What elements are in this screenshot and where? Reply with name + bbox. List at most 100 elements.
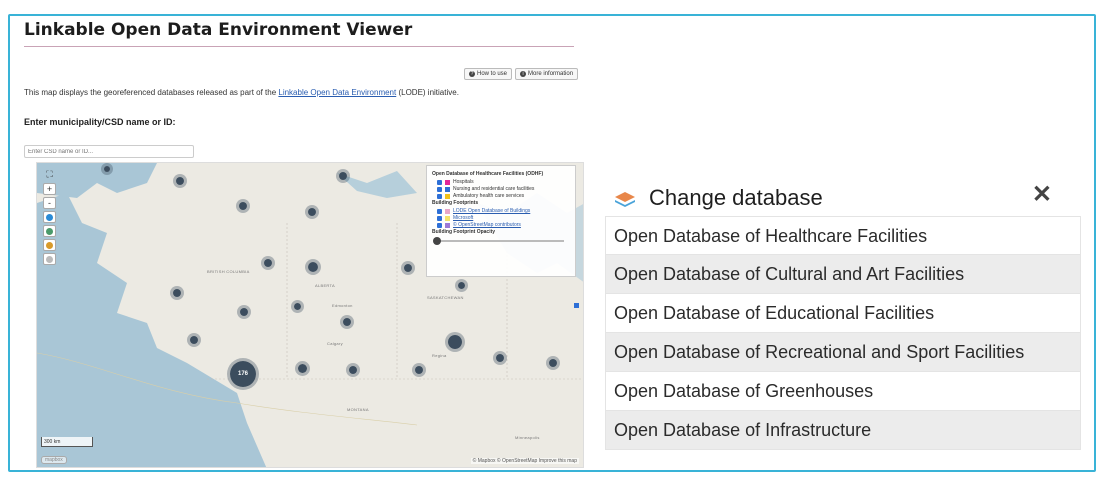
cluster-marker[interactable] (455, 279, 468, 292)
cluster-marker[interactable] (187, 333, 201, 347)
place-label: Regina (432, 353, 447, 358)
database-option[interactable]: Open Database of Healthcare Facilities (605, 216, 1081, 255)
legend-item[interactable]: Ambulatory health care services (437, 193, 570, 199)
checkbox[interactable] (437, 179, 442, 185)
cluster-marker[interactable] (291, 300, 304, 313)
legend-item[interactable]: Nursing and residential care facilities (437, 186, 570, 192)
cluster-count: 176 (237, 371, 248, 377)
database-option[interactable]: Open Database of Greenhouses (605, 372, 1081, 411)
cluster-marker[interactable]: 176 (227, 358, 259, 390)
database-option[interactable]: Open Database of Infrastructure (605, 411, 1081, 450)
description: This map displays the georeferenced data… (24, 87, 574, 99)
pin-icon (46, 242, 53, 249)
marker-button[interactable] (43, 239, 56, 251)
database-option[interactable]: Open Database of Educational Facilities (605, 294, 1081, 333)
mapbox-logo[interactable]: mapbox (41, 456, 67, 464)
opacity-slider[interactable] (433, 237, 564, 245)
legend-swatch (445, 222, 450, 228)
cluster-marker[interactable] (493, 351, 507, 365)
map-attribution[interactable]: © Mapbox © OpenStreetMap Improve this ma… (470, 458, 579, 464)
legend-link[interactable]: Microsoft (453, 215, 473, 221)
cluster-marker[interactable] (236, 199, 250, 213)
opacity-label: Building Footprint Opacity (432, 229, 496, 235)
locate-button[interactable] (43, 211, 56, 223)
checkbox[interactable] (437, 215, 442, 221)
place-label: MONTANA (347, 407, 369, 412)
map-legend: Open Database of Healthcare Facilities (… (426, 165, 576, 277)
legend-swatch (445, 179, 450, 185)
gear-icon (46, 256, 53, 263)
lode-link[interactable]: Linkable Open Data Environment (278, 88, 396, 97)
search-label: Enter municipality/CSD name or ID: (24, 117, 176, 127)
place-label: SASKATCHEWAN (427, 295, 464, 300)
legend-swatch (445, 208, 450, 214)
cluster-marker[interactable] (173, 174, 187, 188)
how-to-use-button[interactable]: ? How to use (464, 68, 513, 80)
cluster-marker[interactable] (101, 163, 113, 175)
description-prefix: This map displays the georeferenced data… (24, 88, 279, 97)
legend-swatch (445, 186, 450, 192)
info-icon: ? (469, 71, 475, 77)
cluster-marker[interactable] (401, 261, 415, 275)
zoom-out-button[interactable]: - (43, 197, 56, 209)
cluster-marker[interactable] (346, 363, 360, 377)
checkbox[interactable] (437, 186, 442, 192)
legend-section-title: Open Database of Healthcare Facilities (… (432, 171, 544, 177)
cluster-marker[interactable] (237, 305, 251, 319)
legend-item[interactable]: Hospitals (437, 179, 570, 185)
globe-icon (46, 214, 53, 221)
more-information-label: More information (528, 71, 574, 77)
legend-item[interactable]: LODE Open Database of Buildings (437, 208, 570, 214)
place-label: Edmonton (332, 303, 353, 308)
more-information-button[interactable]: i More information (515, 68, 579, 80)
place-label: Minneapolis (515, 435, 540, 440)
checkbox[interactable] (437, 193, 442, 199)
cluster-marker[interactable] (295, 361, 310, 376)
cluster-marker[interactable] (261, 256, 275, 270)
map-view[interactable]: BRITISH COLUMBIA ALBERTA SASKATCHEWAN Ed… (36, 162, 584, 468)
place-label: Calgary (327, 341, 343, 346)
map-controls: ⛶ + - (43, 169, 56, 265)
legend-section-title: Building Footprints (432, 200, 479, 206)
legend-swatch (445, 193, 450, 199)
legend-item[interactable]: Microsoft (437, 215, 570, 221)
layers-button[interactable] (43, 225, 56, 237)
place-label: ALBERTA (315, 283, 335, 288)
legend-label: Ambulatory health care services (453, 193, 525, 199)
help-buttons: ? How to use i More information (464, 68, 579, 80)
legend-link[interactable]: LODE Open Database of Buildings (453, 208, 530, 214)
cluster-marker[interactable] (412, 363, 426, 377)
facility-marker[interactable] (574, 303, 579, 308)
database-option[interactable]: Open Database of Recreational and Sport … (605, 333, 1081, 372)
fullscreen-button[interactable]: ⛶ (43, 169, 56, 181)
cluster-marker[interactable] (340, 315, 354, 329)
checkbox[interactable] (437, 208, 442, 214)
viewer-panel: Linkable Open Data Environment Viewer ? … (24, 20, 586, 158)
description-suffix: (LODE) initiative. (396, 88, 459, 97)
settings-button[interactable] (43, 253, 56, 265)
legend-label: Nursing and residential care facilities (453, 186, 535, 192)
change-database-panel: Change database ✕ Open Database of Healt… (604, 180, 1082, 450)
slider-handle[interactable] (433, 237, 441, 245)
info-icon: i (520, 71, 527, 77)
legend-item[interactable]: © OpenStreetMap contributors (437, 222, 570, 228)
legend-swatch (445, 215, 450, 221)
cluster-marker[interactable] (336, 169, 350, 183)
cluster-marker[interactable] (170, 286, 184, 300)
checkbox[interactable] (437, 222, 442, 228)
legend-label: Hospitals (453, 179, 474, 185)
cluster-marker[interactable] (445, 332, 465, 352)
page-title: Linkable Open Data Environment Viewer (24, 20, 574, 47)
scale-bar: 300 km (41, 437, 93, 447)
how-to-use-label: How to use (477, 71, 508, 77)
database-option[interactable]: Open Database of Cultural and Art Facili… (605, 255, 1081, 294)
zoom-in-button[interactable]: + (43, 183, 56, 195)
cluster-marker[interactable] (305, 259, 321, 275)
close-icon[interactable]: ✕ (1032, 181, 1052, 209)
search-input[interactable] (24, 145, 194, 158)
panel-title: Change database (649, 185, 823, 210)
cluster-marker[interactable] (305, 205, 319, 219)
layers-icon (46, 228, 53, 235)
cluster-marker[interactable] (546, 356, 560, 370)
legend-link[interactable]: © OpenStreetMap contributors (453, 222, 521, 228)
